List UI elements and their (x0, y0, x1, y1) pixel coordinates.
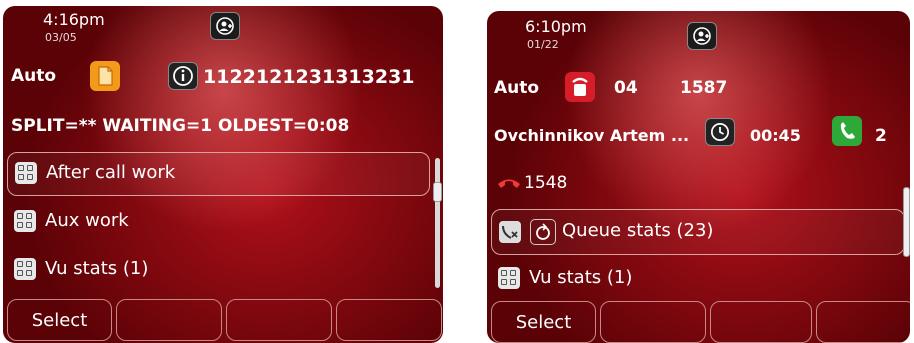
clock-time: 4:16pm (43, 10, 105, 29)
user-add-icon[interactable] (687, 22, 717, 50)
clock-icon (705, 118, 735, 146)
scrollbar-thumb[interactable] (433, 182, 442, 202)
mode-label: Auto (494, 78, 540, 98)
softkey-2[interactable] (600, 301, 706, 343)
scrollbar[interactable] (435, 158, 440, 288)
softkey-4[interactable] (336, 299, 442, 341)
menu-item-label: Aux work (45, 210, 129, 231)
feature-grid-icon (14, 210, 36, 232)
left-phone-screen: 4:16pm 03/05 Auto 1122121231313231 SPLIT… (3, 6, 443, 343)
queue-status-line: SPLIT=** WAITING=1 OLDEST=0:08 (11, 116, 350, 136)
softkey-bar: Select (487, 301, 910, 343)
document-icon[interactable] (90, 61, 120, 91)
softkey-select[interactable]: Select (491, 301, 596, 343)
extension-number: 1587 (680, 78, 728, 98)
queue-phone-icon[interactable] (565, 72, 595, 102)
user-add-icon[interactable] (210, 12, 240, 40)
menu-item-label: Vu stats (1) (529, 267, 633, 288)
right-phone-screen: 6:10pm 01/22 Auto 04 1587 Ovchinnikov Ar… (487, 11, 910, 343)
clock-date: 03/05 (45, 31, 77, 44)
active-call-count: 2 (875, 126, 887, 146)
softkey-3[interactable] (226, 299, 332, 341)
refresh-stats-icon (530, 219, 556, 245)
softkey-2[interactable] (116, 299, 222, 341)
menu-item-label: Queue stats (23) (562, 220, 714, 241)
clock-date: 01/22 (527, 38, 559, 51)
softkey-3[interactable] (710, 301, 812, 343)
menu-item-label: After call work (46, 162, 176, 183)
feature-grid-icon (15, 162, 37, 184)
held-call-number: 1548 (524, 173, 568, 193)
hang-up-icon[interactable] (496, 173, 522, 191)
active-call-icon[interactable] (832, 116, 862, 146)
softkey-4[interactable] (816, 301, 910, 343)
call-timer: 00:45 (750, 126, 801, 145)
mode-label: Auto (11, 66, 57, 86)
queue-count: 04 (614, 78, 638, 98)
menu-item-after-call-work[interactable]: After call work (7, 152, 430, 196)
menu-item-vu-stats[interactable]: Vu stats (1) (491, 257, 905, 301)
scrollbar-thumb[interactable] (903, 187, 910, 257)
feature-grid-icon (14, 258, 36, 280)
caller-number: 1122121231313231 (203, 66, 415, 88)
clock-time: 6:10pm (525, 17, 587, 36)
softkey-select[interactable]: Select (7, 299, 112, 341)
missed-call-icon (499, 221, 521, 243)
softkey-bar: Select (3, 299, 443, 343)
agent-name: Ovchinnikov Artem ... (494, 126, 690, 145)
menu-item-label: Vu stats (1) (45, 258, 149, 279)
info-icon[interactable] (168, 62, 198, 90)
menu-item-aux-work[interactable]: Aux work (7, 200, 430, 244)
menu-item-vu-stats[interactable]: Vu stats (1) (7, 248, 430, 292)
menu-item-queue-stats[interactable]: Queue stats (23) (491, 209, 905, 255)
feature-grid-icon (498, 267, 520, 289)
